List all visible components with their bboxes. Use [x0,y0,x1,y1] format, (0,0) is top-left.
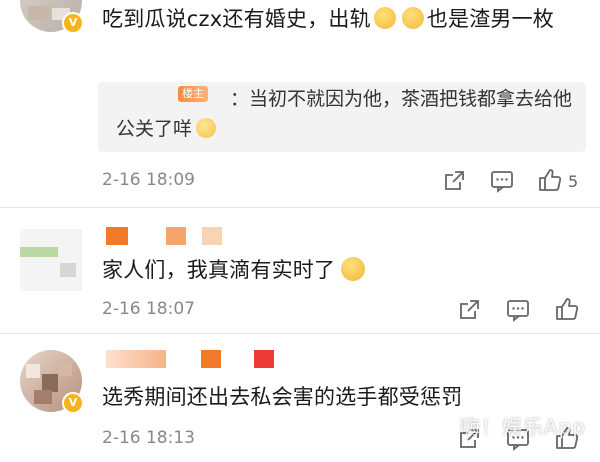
comment-3: V 选秀期间还出去私会害的选手都受惩罚 2-16 18:13 [0,334,600,462]
sweat-emoji-icon [196,118,217,138]
like-button[interactable] [554,296,580,322]
username-masked[interactable] [106,350,286,370]
comment-2: 家人们，我真滴有实时了 2-16 18:07 [0,207,600,333]
reply-box[interactable]: 楼主 ：当初不就因为他，茶酒把钱都拿去给他公关了咩 [98,82,586,152]
comment-text: 选秀期间还出去私会害的选手都受惩罚 [102,385,463,409]
watermark: 嗨！娱乐App [459,415,586,439]
verified-badge-icon: V [62,12,84,34]
smirk-emoji-icon [401,7,424,29]
username-masked[interactable] [106,227,246,247]
share-icon [445,171,464,190]
smirk-emoji-icon [373,7,396,29]
like-count: 5 [568,172,579,191]
share-icon [460,300,479,319]
share-button[interactable] [456,297,482,323]
comment-button[interactable] [505,297,531,323]
verified-badge-icon: V [62,392,84,414]
comment-text: 家人们，我真滴有实时了 [102,255,582,285]
like-button[interactable] [537,167,563,193]
comment-time: 2-16 18:07 [102,299,195,319]
comment-button[interactable] [489,168,515,194]
comment-text: 吃到瓜说czx还有婚史，出轨 也是渣男一枚 [102,7,554,31]
avatar[interactable] [20,229,82,291]
comment-time: 2-16 18:13 [102,428,195,448]
comment-icon [507,300,529,322]
share-button[interactable] [441,168,467,194]
like-icon [556,298,579,320]
pleading-emoji-icon [341,257,366,281]
like-icon [539,169,562,191]
reply-text: ：当初不就因为他，茶酒把钱都拿去给他公关了咩 [116,88,573,140]
comment-time: 2-16 18:09 [102,170,195,190]
comment-1: V 吃到瓜说czx还有婚史，出轨 也是渣男一枚 楼主 ：当初不就因为他，茶酒把钱都… [0,0,600,206]
comment-icon [491,171,513,193]
